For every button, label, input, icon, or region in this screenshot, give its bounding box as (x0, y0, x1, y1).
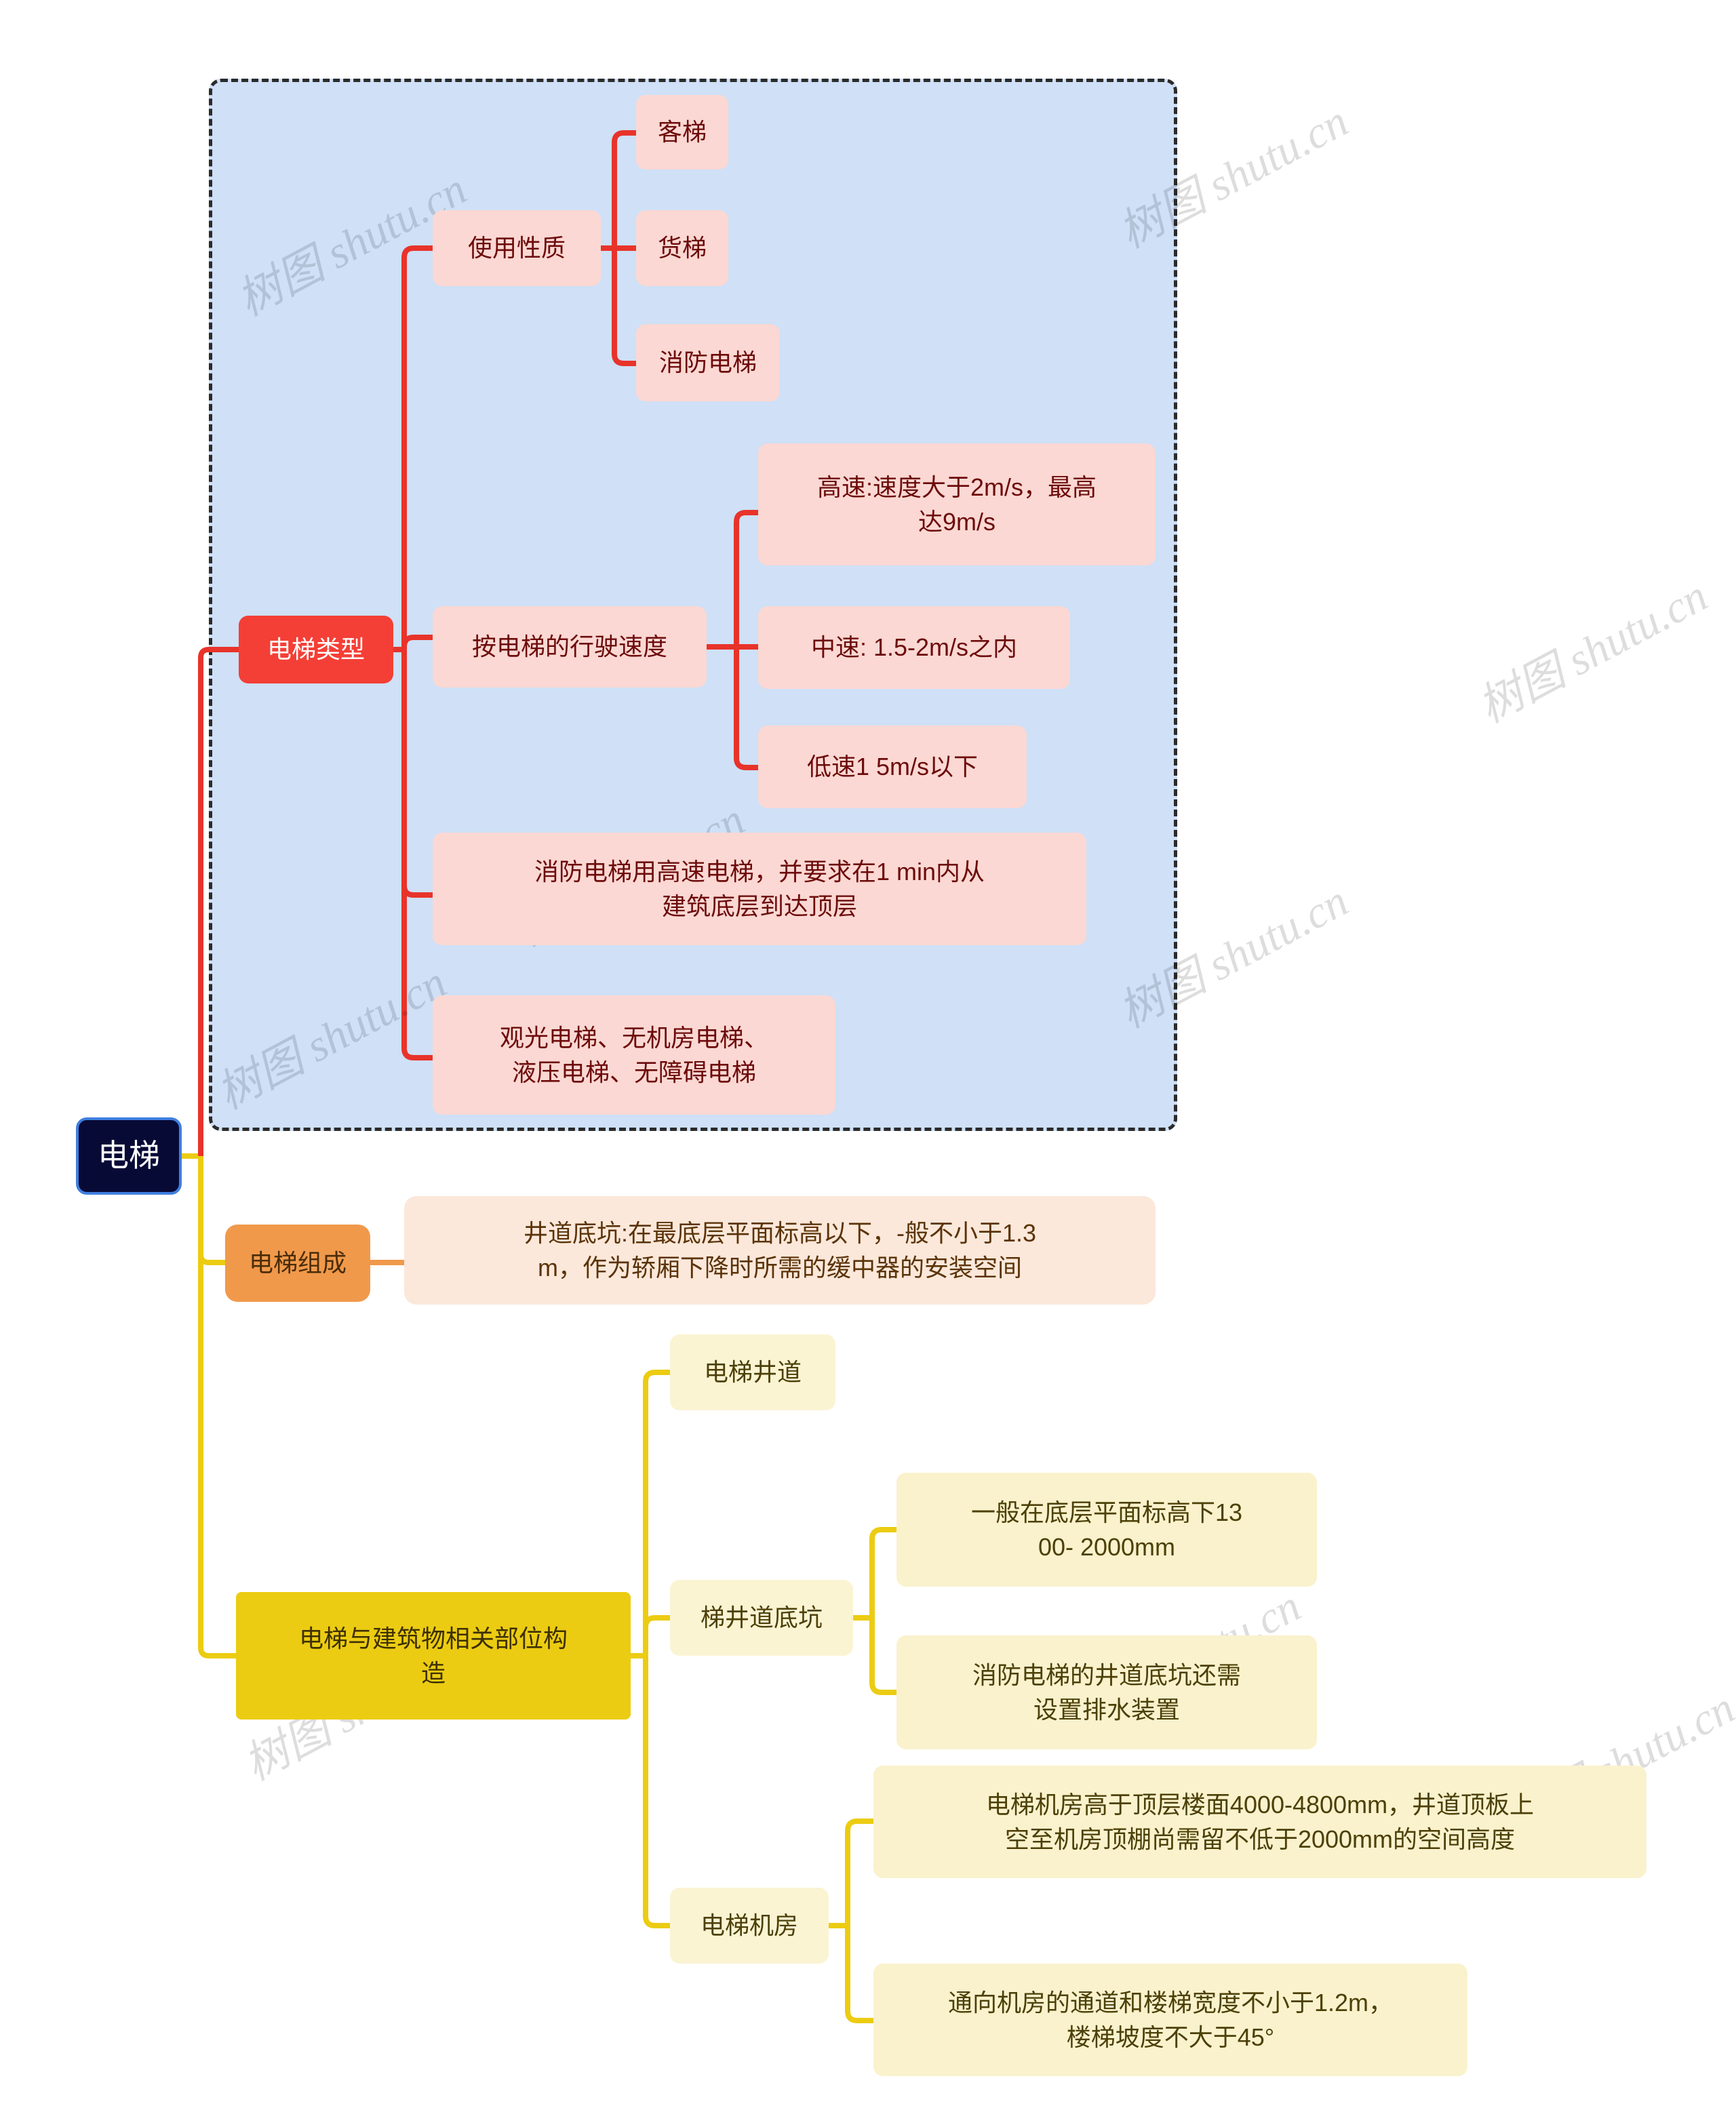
node-machine-room-access[interactable]: 通向机房的通道和楼梯宽度不小于1.2m， 楼梯坡度不大于45° (873, 1964, 1467, 2076)
mindmap-canvas: 树图 shutu.cn 树图 shutu.cn 树图 shutu.cn 树图 s… (0, 0, 1736, 2127)
node-pit-drainage[interactable]: 消防电梯的井道底坑还需 设置排水装置 (896, 1635, 1317, 1749)
node-fire-elevator[interactable]: 消防电梯 (636, 324, 780, 401)
node-other-elevator-types[interactable]: 观光电梯、无机房电梯、 液压电梯、无障碍电梯 (433, 995, 835, 1115)
node-use-nature[interactable]: 使用性质 (433, 210, 601, 286)
node-elevator-shaft[interactable]: 电梯井道 (670, 1334, 835, 1410)
branch-node-elevator-type[interactable]: 电梯类型 (239, 616, 393, 683)
node-passenger-elevator[interactable]: 客梯 (636, 95, 728, 170)
root-node-elevator[interactable]: 电梯 (76, 1117, 182, 1195)
branch-node-building-relation[interactable]: 电梯与建筑物相关部位构 造 (236, 1592, 631, 1720)
node-shaft-bottom-pit[interactable]: 梯井道底坑 (670, 1580, 853, 1656)
node-machine-room-height[interactable]: 电梯机房高于顶层楼面4000-4800mm，井道顶板上 空至机房顶棚尚需留不低于… (873, 1766, 1646, 1878)
node-fire-elevator-requirement[interactable]: 消防电梯用高速电梯，并要求在1 min内从 建筑底层到达顶层 (433, 833, 1086, 945)
node-shaft-pit[interactable]: 井道底坑:在最底层平面标高以下，-般不小于1.3 m，作为轿厢下降时所需的缓中器… (404, 1196, 1156, 1305)
node-machine-room[interactable]: 电梯机房 (670, 1888, 829, 1964)
watermark: 树图 shutu.cn (1470, 571, 1716, 733)
node-low-speed[interactable]: 低速1 5m/s以下 (758, 725, 1027, 808)
branch-node-elevator-composition[interactable]: 电梯组成 (225, 1225, 370, 1302)
node-by-speed[interactable]: 按电梯的行驶速度 (433, 606, 707, 688)
node-freight-elevator[interactable]: 货梯 (636, 210, 728, 286)
node-high-speed[interactable]: 高速:速度大于2m/s，最高 达9m/s (758, 443, 1156, 565)
node-mid-speed[interactable]: 中速: 1.5-2m/s之内 (758, 606, 1070, 689)
node-pit-depth[interactable]: 一般在底层平面标高下13 00- 2000mm (896, 1473, 1317, 1587)
